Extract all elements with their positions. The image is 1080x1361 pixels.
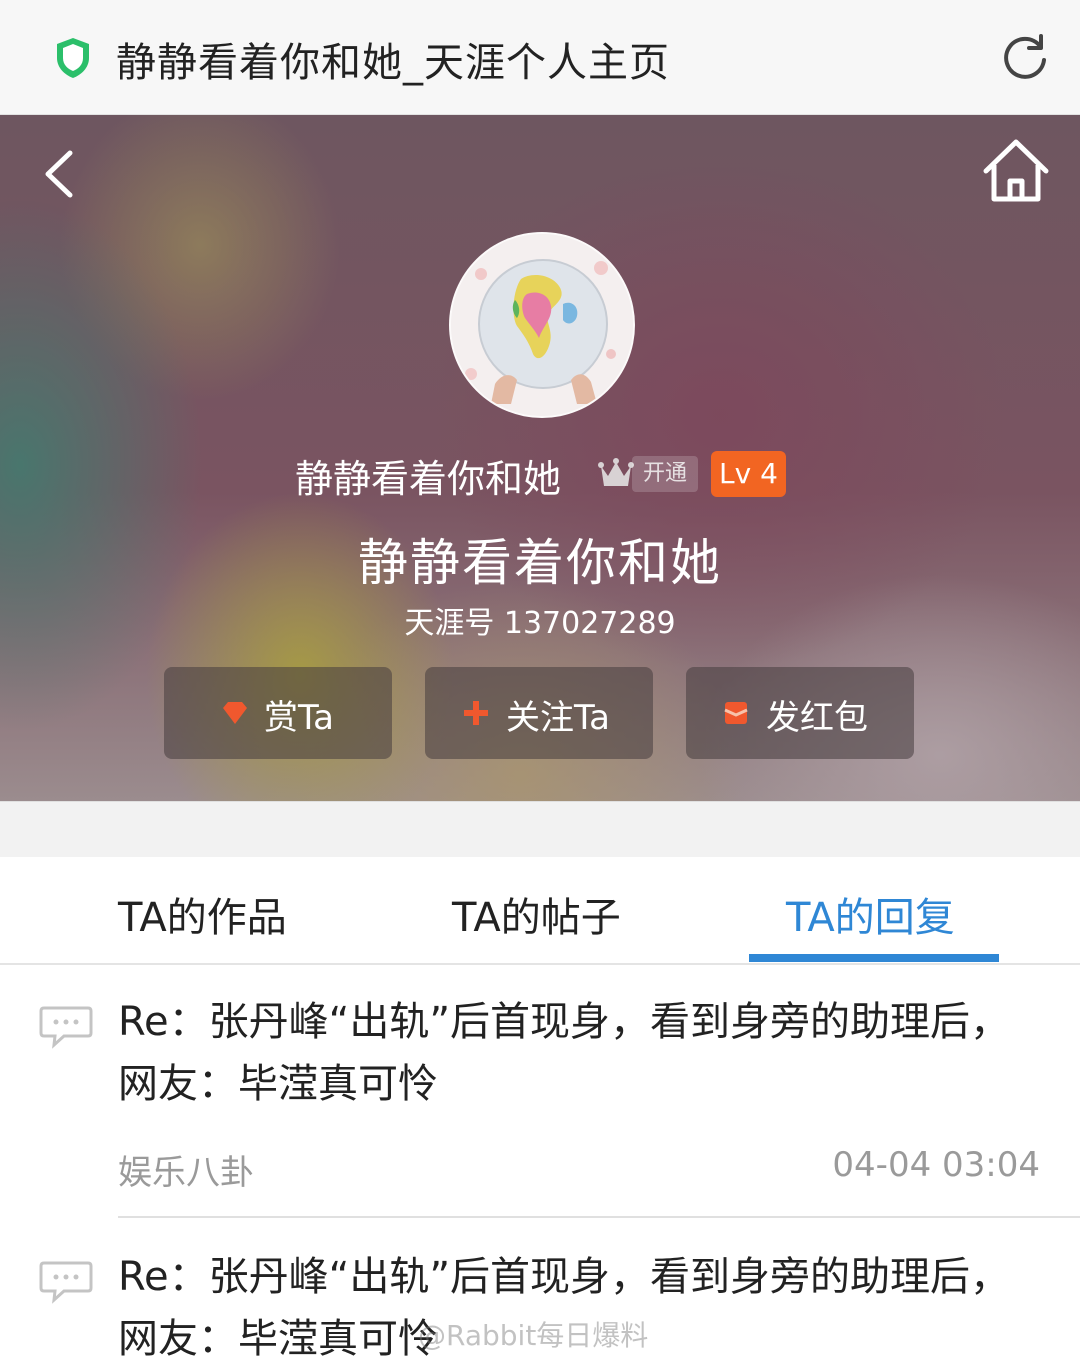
divider [118, 1216, 1080, 1218]
refresh-icon[interactable] [1000, 32, 1050, 82]
reward-label: 赏Ta [264, 698, 334, 738]
active-tab-indicator [749, 954, 999, 962]
diamond-icon [223, 702, 247, 724]
tab-replies[interactable]: TA的回复 [786, 885, 955, 943]
watermark: @Rabbit每日爆料 [418, 1319, 649, 1352]
red-packet-label: 发红包 [766, 698, 868, 738]
reply-category: 娱乐八卦 [118, 1153, 254, 1193]
tab-works[interactable]: TA的作品 [118, 885, 287, 943]
home-icon[interactable] [980, 137, 1052, 205]
follow-label: 关注Ta [506, 698, 610, 738]
red-packet-button[interactable]: 发红包 [686, 667, 914, 759]
shield-icon [57, 38, 89, 78]
comment-icon [39, 1261, 93, 1304]
reward-button[interactable]: 赏Ta [164, 667, 392, 759]
page-title: 静静看着你和她_天涯个人主页 [116, 40, 670, 86]
profile-tabs: TA的作品 TA的帖子 TA的回复 [0, 857, 1080, 965]
username: 静静看着你和她 [295, 457, 562, 501]
back-arrow-icon[interactable] [40, 147, 80, 201]
browser-address-bar: 静静看着你和她_天涯个人主页 [0, 0, 1080, 115]
section-spacer [0, 801, 1080, 858]
level-badge: Lv 4 [711, 451, 786, 497]
red-packet-icon [724, 702, 748, 724]
plus-icon [464, 701, 488, 725]
tianya-id: 天涯号 137027289 [404, 606, 676, 641]
crown-icon [598, 458, 634, 486]
vip-open-badge[interactable]: 开通 [632, 456, 698, 492]
reply-time: 04-04 03:04 [832, 1145, 1040, 1185]
reply-title[interactable]: Re：张丹峰“出轨”后首现身，看到身旁的助理后，网友：毕滢真可怜 [118, 991, 1038, 1115]
follow-button[interactable]: 关注Ta [425, 667, 653, 759]
comment-icon [39, 1006, 93, 1049]
profile-name-large: 静静看着你和她 [358, 534, 722, 592]
tab-posts[interactable]: TA的帖子 [452, 885, 621, 943]
list-item[interactable]: Re：张丹峰“出轨”后首现身，看到身旁的助理后，网友：毕滢真可怜 娱乐八卦 04… [0, 995, 1080, 1220]
profile-header: 静静看着你和她 开通 Lv 4 静静看着你和她 天涯号 137027289 赏T… [0, 115, 1080, 801]
globe-avatar-image [451, 234, 633, 416]
avatar[interactable] [449, 232, 635, 418]
name-row: 静静看着你和她 开通 Lv 4 [0, 448, 1080, 502]
